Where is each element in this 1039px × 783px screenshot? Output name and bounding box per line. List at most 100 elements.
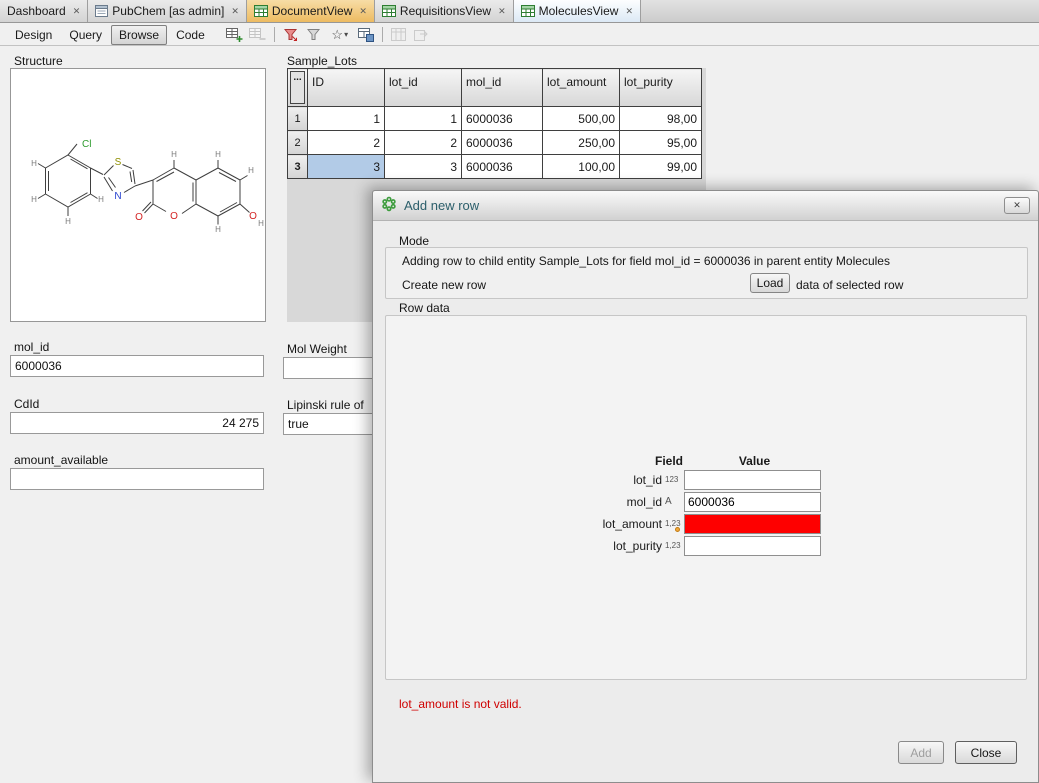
value-column-header: Value (686, 454, 823, 469)
o-atom-label: O (135, 212, 143, 223)
cell-lot-id[interactable]: 3 (385, 155, 462, 179)
field-row-lot-id: lot_id 123 (386, 469, 1026, 491)
lot-id-value-input[interactable] (684, 470, 821, 490)
cell-lot-amount[interactable]: 500,00 (543, 107, 620, 131)
toolbar-separator (382, 27, 383, 42)
field-label: lot_amount (386, 517, 662, 531)
field-label: lot_purity (386, 539, 662, 553)
row-data-table: Field Value lot_id 123 mol_id A lot_amou… (386, 454, 1026, 557)
add-button[interactable]: Add (898, 741, 944, 764)
mol-id-value-input[interactable] (684, 492, 821, 512)
dialog-titlebar[interactable]: Add new row ✕ (373, 191, 1038, 221)
sample-lots-label: Sample_Lots (287, 54, 357, 68)
close-icon[interactable]: ✕ (231, 6, 239, 17)
cell-id[interactable]: 1 (308, 107, 385, 131)
field-label: mol_id (386, 495, 662, 509)
decimal-type-icon: 1,23 (662, 520, 684, 528)
column-header-lot-purity[interactable]: lot_purity (620, 69, 702, 107)
integer-type-icon: 123 (662, 476, 684, 484)
amount-available-field[interactable] (10, 468, 264, 490)
cell-lot-id[interactable]: 1 (385, 107, 462, 131)
code-mode-button[interactable]: Code (168, 25, 213, 45)
toolbar-separator (274, 27, 275, 42)
cell-mol-id[interactable]: 6000036 (462, 107, 543, 131)
chevron-down-icon: ▾ (344, 30, 348, 39)
tab-label: MoleculesView (539, 4, 619, 18)
h-atom-label: H (215, 225, 221, 234)
insert-widget-icon[interactable] (224, 25, 246, 45)
row-header[interactable]: 2 (288, 131, 308, 155)
load-button[interactable]: Load (750, 273, 790, 293)
form-icon (95, 5, 108, 17)
grid-view-icon (254, 5, 268, 17)
grid-tool-icon[interactable] (388, 25, 410, 45)
n-atom-label: N (114, 191, 121, 202)
tab-dashboard[interactable]: Dashboard ✕ (0, 0, 88, 22)
row-header[interactable]: 1 (288, 107, 308, 131)
mode-group-label: Mode (399, 234, 429, 248)
mol-weight-label: Mol Weight (287, 342, 347, 356)
browse-mode-button[interactable]: Browse (111, 25, 167, 45)
lot-purity-value-input[interactable] (684, 536, 821, 556)
cdid-field[interactable] (10, 412, 264, 434)
corner-cell[interactable]: ... (288, 69, 308, 107)
cdid-label: CdId (14, 397, 39, 411)
tab-label: RequisitionsView (400, 4, 491, 18)
favorites-icon[interactable]: ☆▾ (326, 25, 354, 45)
cell-mol-id[interactable]: 6000036 (462, 155, 543, 179)
field-row-lot-purity: lot_purity 1,23 (386, 535, 1026, 557)
tab-moleculesview[interactable]: MoleculesView ✕ (514, 0, 641, 22)
create-new-row-label: Create new row (402, 278, 486, 292)
tab-label: DocumentView (272, 4, 352, 18)
row-header[interactable]: 3 (288, 155, 308, 179)
mode-group: Adding row to child entity Sample_Lots f… (385, 247, 1028, 299)
cell-lot-amount[interactable]: 250,00 (543, 131, 620, 155)
close-button[interactable]: Close (955, 741, 1017, 764)
export-icon[interactable] (411, 25, 433, 45)
dialog-icon (381, 196, 397, 215)
s-atom-label: S (115, 157, 122, 168)
row-data-header: Field Value (386, 454, 1026, 469)
close-icon[interactable]: ✕ (625, 6, 633, 17)
clear-filter-icon[interactable] (303, 25, 325, 45)
filter-icon[interactable] (280, 25, 302, 45)
lot-amount-value-input[interactable] (684, 514, 821, 534)
table-row: 2 2 2 6000036 250,00 95,00 (288, 131, 702, 155)
query-mode-button[interactable]: Query (61, 25, 110, 45)
column-header-lot-id[interactable]: lot_id (385, 69, 462, 107)
design-mode-button[interactable]: Design (7, 25, 60, 45)
tab-requisitionsview[interactable]: RequisitionsView ✕ (375, 0, 514, 22)
close-icon: ✕ (1013, 200, 1021, 211)
h-atom-label: H (258, 219, 264, 228)
warning-dot-icon (675, 527, 680, 532)
cell-lot-amount[interactable]: 100,00 (543, 155, 620, 179)
table-options-button[interactable]: ... (290, 71, 305, 104)
grid-view-icon (521, 5, 535, 17)
form-search-icon[interactable] (355, 25, 377, 45)
cell-lot-id[interactable]: 2 (385, 131, 462, 155)
close-icon[interactable]: ✕ (498, 6, 506, 17)
mode-description: Adding row to child entity Sample_Lots f… (402, 254, 890, 268)
h-atom-label: H (31, 195, 37, 204)
tab-pubchem[interactable]: PubChem [as admin] ✕ (88, 0, 247, 22)
lipinski-label: Lipinski rule of (287, 398, 364, 412)
cell-lot-purity[interactable]: 98,00 (620, 107, 702, 131)
column-header-lot-amount[interactable]: lot_amount (543, 69, 620, 107)
structure-viewer[interactable]: Cl S N O O O H H H H H H H H H (10, 68, 266, 322)
column-header-mol-id[interactable]: mol_id (462, 69, 543, 107)
tab-documentview[interactable]: DocumentView ✕ (247, 0, 375, 22)
grid-view-icon (382, 5, 396, 17)
dialog-close-button[interactable]: ✕ (1004, 197, 1030, 214)
cell-id[interactable]: 2 (308, 131, 385, 155)
cell-lot-purity[interactable]: 95,00 (620, 131, 702, 155)
mol-id-field[interactable] (10, 355, 264, 377)
cell-mol-id[interactable]: 6000036 (462, 131, 543, 155)
remove-widget-icon[interactable] (247, 25, 269, 45)
editor-tab-bar: Dashboard ✕ PubChem [as admin] ✕ Documen… (0, 0, 1039, 23)
column-header-id[interactable]: ID (308, 69, 385, 107)
close-icon[interactable]: ✕ (359, 6, 367, 17)
field-label: lot_id (386, 473, 662, 487)
cell-lot-purity[interactable]: 99,00 (620, 155, 702, 179)
close-icon[interactable]: ✕ (73, 6, 81, 17)
cell-id-selected[interactable]: 3 (308, 155, 385, 179)
